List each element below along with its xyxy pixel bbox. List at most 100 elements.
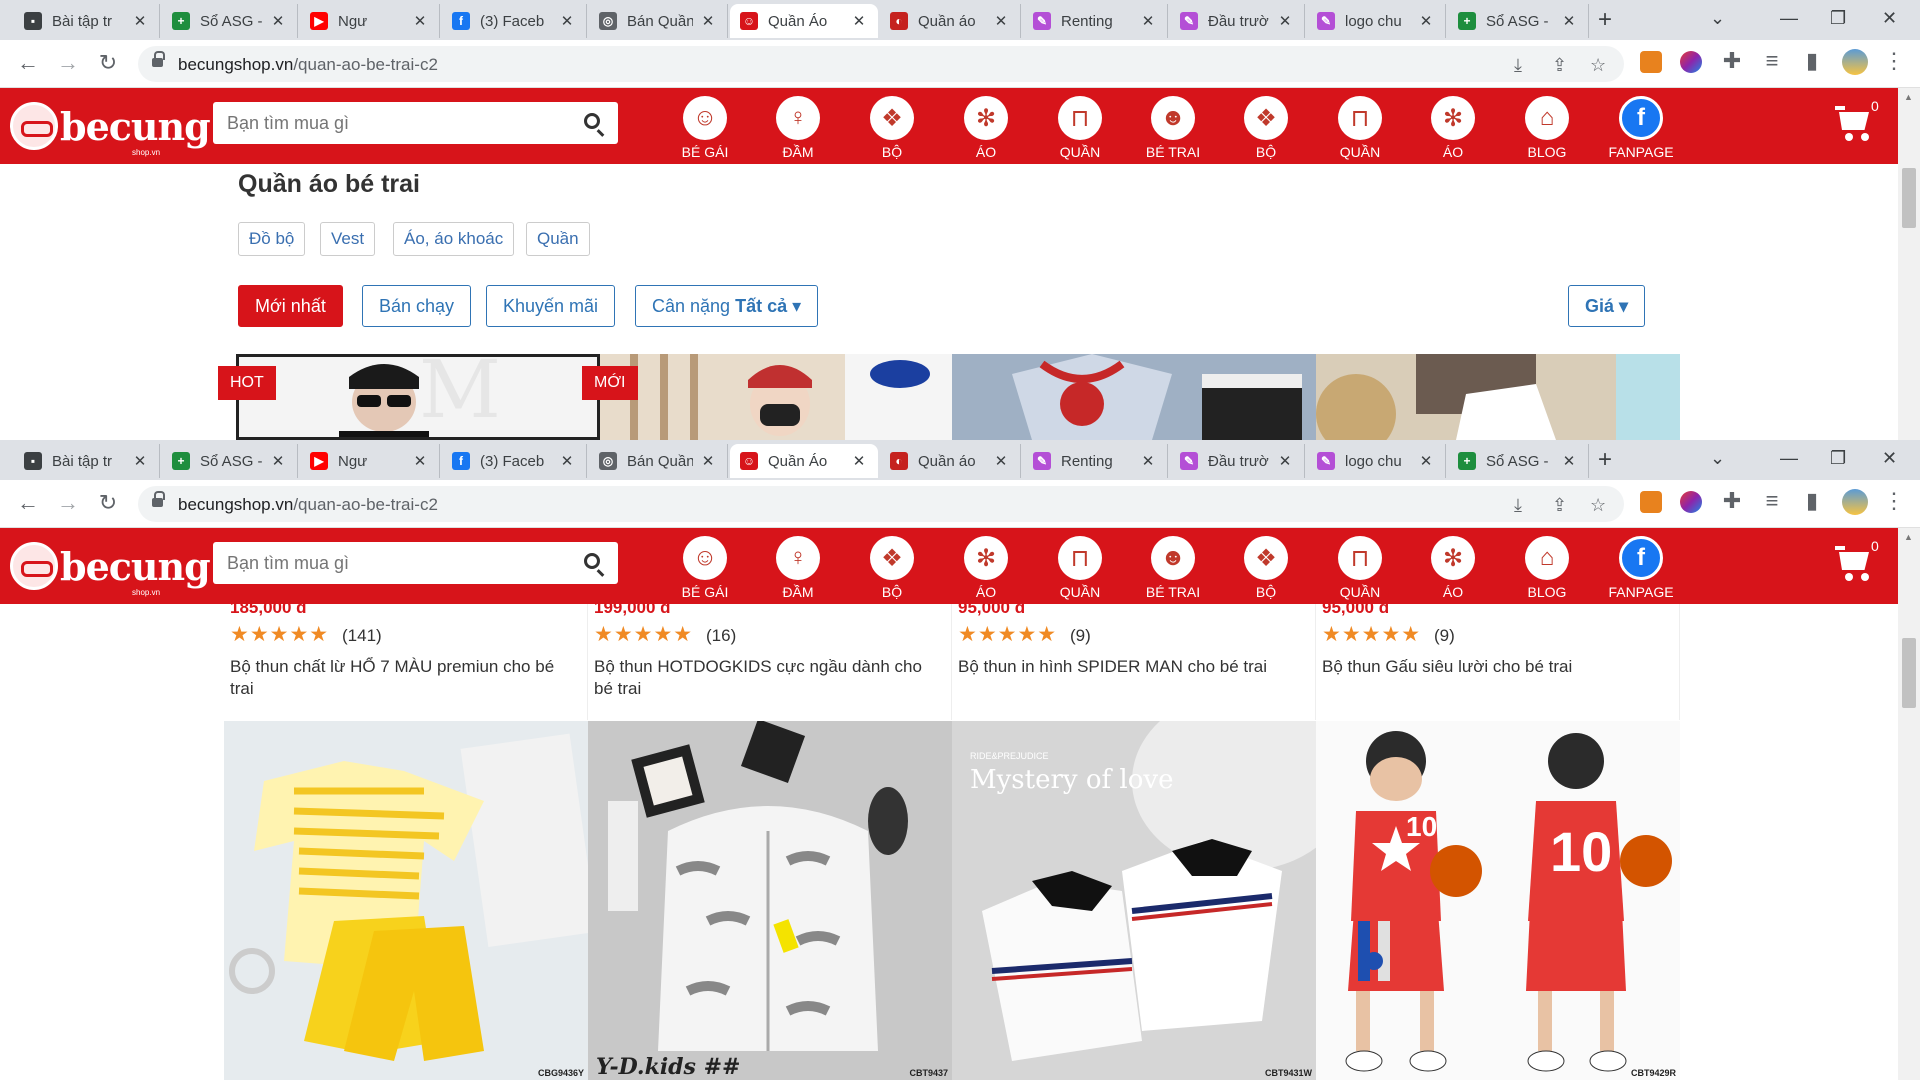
sort-bestseller-button[interactable]: Bán chạy <box>362 285 472 327</box>
product-image[interactable] <box>600 354 964 440</box>
tab-close-icon[interactable]: ✕ <box>411 12 429 30</box>
close-window-icon[interactable]: ✕ <box>1882 8 1897 29</box>
product-image[interactable] <box>952 354 1316 440</box>
nav-item[interactable]: ⊓ QUẦN <box>1040 536 1120 600</box>
nav-item[interactable]: f FANPAGE <box>1601 96 1681 160</box>
tab-close-icon[interactable]: ✕ <box>1139 12 1157 30</box>
browser-tab[interactable]: + Sổ ASG - ✕ <box>162 444 298 478</box>
category-chip-quan[interactable]: Quần <box>526 222 590 256</box>
new-tab-button[interactable]: + <box>1598 446 1612 474</box>
install-icon[interactable]: ⤓ <box>1514 55 1522 76</box>
tab-close-icon[interactable]: ✕ <box>1560 452 1578 470</box>
page-scrollbar[interactable]: ▲ <box>1898 88 1920 440</box>
address-bar[interactable]: becungshop.vn/quan-ao-be-trai-c2 ⤓ ⇪ ☆ <box>138 486 1624 522</box>
nav-item[interactable]: ⊓ QUẦN <box>1040 96 1120 160</box>
tab-close-icon[interactable]: ✕ <box>850 452 868 470</box>
nav-item[interactable]: ☺ BÉ GÁI <box>665 536 745 600</box>
product-image[interactable]: CBG9436Y <box>224 721 588 1080</box>
tab-close-icon[interactable]: ✕ <box>1417 12 1435 30</box>
browser-tab[interactable]: ◎ Bán Quần ✕ <box>589 4 728 38</box>
chevron-down-icon[interactable]: ⌄ <box>1710 8 1725 29</box>
scrollbar-thumb[interactable] <box>1902 638 1916 708</box>
browser-tab[interactable]: ☺ Quần Áo ✕ <box>730 4 878 38</box>
product-image[interactable]: 10 10 CBT9429R <box>1316 721 1680 1080</box>
page-scrollbar[interactable]: ▲ <box>1898 528 1920 1080</box>
tab-close-icon[interactable]: ✕ <box>558 452 576 470</box>
nav-item[interactable]: ⊓ QUẦN <box>1320 96 1400 160</box>
tab-close-icon[interactable]: ✕ <box>699 12 717 30</box>
product-image[interactable]: Y-D.kids ## CBT9437 <box>588 721 952 1080</box>
bookmark-star-icon[interactable]: ☆ <box>1590 55 1606 76</box>
install-icon[interactable]: ⤓ <box>1514 495 1522 516</box>
tab-close-icon[interactable]: ✕ <box>411 452 429 470</box>
nav-item[interactable]: ⊓ QUẦN <box>1320 536 1400 600</box>
tab-close-icon[interactable]: ✕ <box>131 452 149 470</box>
nav-item[interactable]: ❖ BỘ <box>1226 536 1306 600</box>
back-icon[interactable]: ← <box>14 490 42 516</box>
lock-icon[interactable] <box>152 491 165 509</box>
nav-item[interactable]: ☺ BÉ GÁI <box>665 96 745 160</box>
nav-item[interactable]: ✻ ÁO <box>946 536 1026 600</box>
metamask-extension-icon[interactable] <box>1640 491 1662 513</box>
product-card-info[interactable]: 185,000 đ ★★★★★ (141) Bộ thun chất lừ HỔ… <box>224 598 588 720</box>
nav-item[interactable]: ✻ ÁO <box>1413 536 1493 600</box>
color-extension-icon[interactable] <box>1680 491 1702 513</box>
tab-close-icon[interactable]: ✕ <box>850 12 868 30</box>
product-name[interactable]: Bộ thun Gấu siêu lười cho bé trai <box>1322 656 1672 678</box>
extensions-puzzle-icon[interactable]: ✚ <box>1718 48 1746 74</box>
product-name[interactable]: Bộ thun in hình SPIDER MAN cho bé trai <box>958 656 1308 678</box>
minimize-icon[interactable]: — <box>1780 448 1798 469</box>
site-logo[interactable]: becung shop.vn <box>10 96 211 157</box>
browser-tab[interactable]: ✎ Renting ✕ <box>1023 4 1168 38</box>
nav-item[interactable]: ❖ BỘ <box>1226 96 1306 160</box>
tab-close-icon[interactable]: ✕ <box>1560 12 1578 30</box>
tab-close-icon[interactable]: ✕ <box>269 452 287 470</box>
color-extension-icon[interactable] <box>1680 51 1702 73</box>
profile-avatar[interactable] <box>1842 489 1868 515</box>
tab-close-icon[interactable]: ✕ <box>992 452 1010 470</box>
product-card-info[interactable]: 199,000 đ ★★★★★ (16) Bộ thun HOTDOGKIDS … <box>588 598 952 720</box>
tab-close-icon[interactable]: ✕ <box>992 12 1010 30</box>
browser-tab[interactable]: ✎ Đầu trườ ✕ <box>1170 444 1305 478</box>
search-icon[interactable] <box>584 553 600 569</box>
tab-close-icon[interactable]: ✕ <box>1139 452 1157 470</box>
weight-filter-dropdown[interactable]: Cân nặng Tất cả ▾ <box>635 285 819 327</box>
product-card-info[interactable]: 95,000 đ ★★★★★ (9) Bộ thun in hình SPIDE… <box>952 598 1316 720</box>
tab-close-icon[interactable]: ✕ <box>1276 452 1294 470</box>
product-name[interactable]: Bộ thun chất lừ HỔ 7 MÀU premiun cho bé … <box>230 656 580 700</box>
bookmark-star-icon[interactable]: ☆ <box>1590 495 1606 516</box>
nav-item[interactable]: ❖ BỘ <box>852 536 932 600</box>
browser-tab[interactable]: ✎ logo chu ✕ <box>1307 4 1446 38</box>
product-name[interactable]: Bộ thun HOTDOGKIDS cực ngầu dành cho bé … <box>594 656 944 700</box>
metamask-extension-icon[interactable] <box>1640 51 1662 73</box>
product-image[interactable]: RIDE&PREJUDICE Mystery of love CBT9431W <box>952 721 1316 1080</box>
price-sort-dropdown[interactable]: Giá ▾ <box>1568 285 1646 327</box>
nav-item[interactable]: ♀ ĐẦM <box>758 96 838 160</box>
lock-icon[interactable] <box>152 51 165 69</box>
minimize-icon[interactable]: — <box>1780 8 1798 29</box>
cart-button[interactable]: 0 <box>1835 98 1879 142</box>
scrollbar-thumb[interactable] <box>1902 168 1916 228</box>
tab-close-icon[interactable]: ✕ <box>269 12 287 30</box>
search-icon[interactable] <box>584 113 600 129</box>
search-input[interactable] <box>213 542 573 584</box>
tab-close-icon[interactable]: ✕ <box>1417 452 1435 470</box>
browser-tab[interactable]: ▶ Ngư ✕ <box>300 4 440 38</box>
browser-tab[interactable]: ▶ Ngư ✕ <box>300 444 440 478</box>
browser-tab[interactable]: ✎ Đầu trườ ✕ <box>1170 4 1305 38</box>
browser-tab[interactable]: ◐ Quần áo ✕ <box>880 444 1021 478</box>
browser-tab[interactable]: ◎ Bán Quần ✕ <box>589 444 728 478</box>
product-card-info[interactable]: 95,000 đ ★★★★★ (9) Bộ thun Gấu siêu lười… <box>1316 598 1680 720</box>
sort-promo-button[interactable]: Khuyến mãi <box>486 285 616 327</box>
tab-close-icon[interactable]: ✕ <box>558 12 576 30</box>
nav-item[interactable]: ✻ ÁO <box>1413 96 1493 160</box>
tab-close-icon[interactable]: ✕ <box>131 12 149 30</box>
address-bar[interactable]: becungshop.vn/quan-ao-be-trai-c2 ⤓ ⇪ ☆ <box>138 46 1624 82</box>
browser-tab[interactable]: + Sổ ASG - ✕ <box>1448 444 1589 478</box>
menu-kebab-icon[interactable]: ⋮ <box>1880 488 1908 514</box>
reload-icon[interactable]: ↻ <box>94 490 122 516</box>
side-panel-icon[interactable]: ▮ <box>1798 488 1826 514</box>
forward-icon[interactable]: → <box>54 490 82 516</box>
browser-tab[interactable]: ▪ Bài tập tr ✕ <box>14 4 160 38</box>
browser-tab[interactable]: ✎ logo chu ✕ <box>1307 444 1446 478</box>
